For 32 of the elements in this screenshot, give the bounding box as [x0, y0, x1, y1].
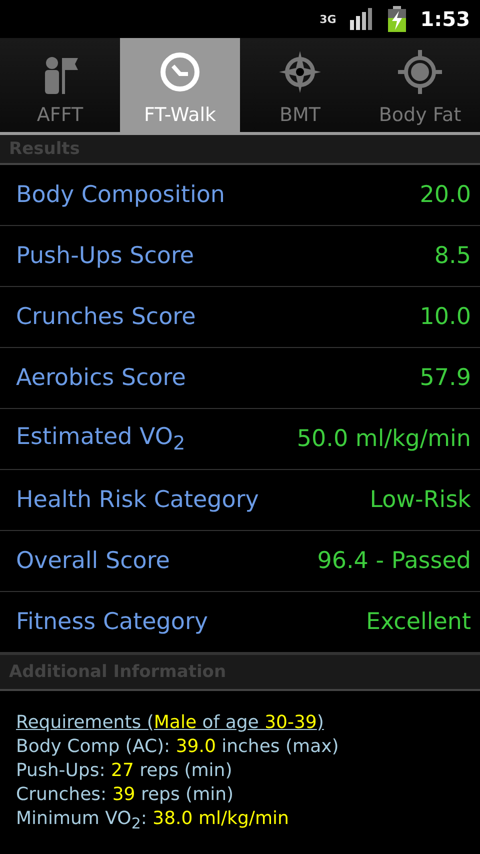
- result-value: 57.9: [420, 365, 471, 391]
- result-value: 8.5: [434, 243, 471, 269]
- result-label: Aerobics Score: [16, 365, 186, 391]
- result-label: Health Risk Category: [16, 487, 259, 513]
- result-value: Low-Risk: [370, 487, 471, 513]
- crosshair-icon: [398, 50, 442, 94]
- result-label: Crunches Score: [16, 304, 196, 330]
- requirements-heading: Requirements (Male of age 30-39): [16, 711, 325, 735]
- tab[interactable]: AFFT: [0, 38, 120, 132]
- signal-icon: [350, 8, 374, 30]
- requirement-line: Minimum VO$_{2}$: 38.0 ml/kg/min: [16, 807, 290, 835]
- compass-icon: [278, 50, 322, 94]
- requirement-line: Crunches: 39 reps (min): [16, 783, 235, 807]
- requirement-line: Push-Ups: 27 reps (min): [16, 759, 234, 783]
- result-label: Body Composition: [16, 182, 226, 208]
- result-value: 50.0 ml/kg/min: [296, 426, 471, 452]
- result-label: Fitness Category: [16, 609, 208, 635]
- result-value: 96.4 - Passed: [317, 548, 471, 574]
- result-value: Excellent: [366, 609, 471, 635]
- requirement-line: Body Comp (AC): 39.0 inches (max): [16, 735, 340, 759]
- result-value: 20.0: [420, 182, 471, 208]
- result-label: Overall Score: [16, 548, 170, 574]
- tab[interactable]: BMT: [240, 38, 360, 132]
- battery-charging-icon: [388, 6, 406, 32]
- result-value: 10.0: [420, 304, 471, 330]
- tab[interactable]: FT-Walk: [120, 38, 240, 132]
- clock-time: 1:53: [420, 7, 470, 31]
- result-label: Estimated VO$_{2}$: [16, 424, 186, 454]
- result-label: Push-Ups Score: [16, 243, 194, 269]
- clock-icon: [158, 50, 202, 94]
- tab[interactable]: Body Fat: [360, 38, 480, 132]
- network-type: 3G: [320, 12, 336, 26]
